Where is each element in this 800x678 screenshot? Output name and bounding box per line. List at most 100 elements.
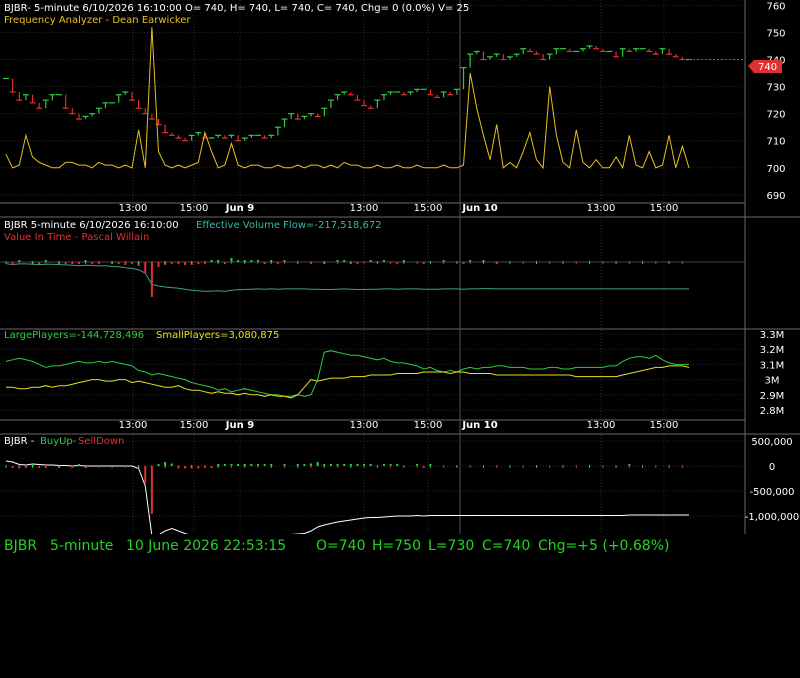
buyup-tick — [138, 465, 140, 468]
x-tick-label: 13:00 — [350, 420, 379, 431]
buyup-tick — [98, 465, 100, 468]
x-tick-label: 13:00 — [119, 420, 148, 431]
buyup-tick — [549, 465, 551, 468]
buyup-panel-symbol: BJBR - — [4, 436, 35, 447]
vflow-tick — [469, 261, 471, 264]
buyup-tick — [217, 465, 219, 468]
buyup-tick — [403, 465, 405, 468]
vflow-bar — [223, 262, 226, 264]
buyup-tick — [230, 465, 232, 468]
buyup-bar — [250, 464, 253, 466]
buyup-tick — [297, 465, 299, 468]
buyup-bar — [11, 466, 14, 468]
buyup-tick — [655, 465, 657, 468]
vflow-bar — [64, 262, 67, 264]
vflow-bar — [38, 262, 41, 264]
large-players-label: LargePlayers=-144,728,496 — [4, 330, 144, 341]
buyup-tick — [509, 465, 511, 468]
buyup-tick — [575, 465, 577, 468]
buyup-tick — [257, 465, 259, 468]
vflow-bar — [343, 260, 346, 262]
vflow-tick — [549, 261, 551, 264]
vflow-bar — [276, 262, 279, 264]
vflow-tick — [655, 261, 657, 264]
vflow-bar — [150, 262, 153, 297]
buyup-bar — [223, 464, 226, 466]
vflow-tick — [124, 261, 126, 264]
vflow-bar — [197, 262, 200, 264]
vflow-bar — [11, 262, 14, 265]
vflow-tick — [496, 261, 498, 264]
buyup-tick — [681, 465, 683, 468]
vflow-bar — [77, 262, 80, 264]
vflow-tick — [403, 261, 405, 264]
buyup-tick — [164, 465, 166, 468]
buyup-tick — [668, 465, 670, 468]
vflow-tick — [628, 261, 630, 264]
status-bar: BJBR 5-minute 10 June 2026 22:53:15 O=74… — [0, 534, 800, 562]
buyup-tick — [522, 465, 524, 468]
vflow-bar — [210, 260, 213, 262]
vflow-tick — [58, 261, 60, 264]
price-tick-label: 720 — [766, 110, 785, 121]
buyup-tick — [177, 465, 179, 468]
buyup-tick — [71, 465, 73, 468]
vflow-bar — [184, 262, 187, 265]
vflow-bar — [422, 262, 425, 264]
buyup-tick — [589, 465, 591, 468]
vflow-tick — [230, 261, 232, 264]
buyup-tick — [18, 465, 20, 468]
chart-canvas[interactable]: 13:00 15:00 Jun 9 13:00 15:00 Jun 10 13:00 15:0… — [0, 0, 800, 562]
small-players-label: SmallPlayers=3,080,875 — [156, 330, 279, 341]
frequency-analyzer-label: Frequency Analyzer - Dean Earwicker — [4, 15, 191, 26]
vflow-tick — [177, 261, 179, 264]
vflow-tick — [71, 261, 73, 264]
buyup-tick — [58, 465, 60, 468]
effective-volume-flow-label: Effective Volume Flow=-217,518,672 — [196, 220, 382, 231]
buyup-tick-label: 500,000 — [751, 437, 792, 448]
buyup-tick — [323, 465, 325, 468]
buyup-tick — [204, 465, 206, 468]
players-tick-label: 3.1M — [760, 360, 785, 371]
vflow-tick — [310, 261, 312, 264]
svg-text:740: 740 — [758, 62, 777, 73]
vflow-tick — [363, 261, 365, 264]
vflow-bar — [250, 260, 253, 262]
buyup-tick — [535, 465, 537, 468]
vflow-tick — [270, 261, 272, 264]
x-tick-label: 13:00 — [587, 420, 616, 431]
status-symbol: BJBR — [4, 538, 38, 554]
buyup-bar — [329, 464, 332, 466]
vflow-tick — [32, 261, 34, 264]
effective-volume-flow-line — [5, 263, 689, 292]
vflow-bar — [356, 262, 359, 264]
vflow-bar — [263, 262, 266, 264]
vflow-tick — [509, 261, 511, 264]
vflow-tick — [615, 261, 617, 264]
axis-ticks: 13:00 15:00 Jun 9 13:00 15:00 Jun 10 13:00 15:0… — [119, 1, 800, 548]
vflow-tick — [482, 261, 484, 264]
status-high: H=750 — [372, 538, 421, 554]
buyup-tick — [337, 465, 339, 468]
vflow-bar — [170, 262, 173, 264]
vflow-bar — [91, 262, 94, 264]
buyup-tick — [562, 465, 564, 468]
buyup-bar — [197, 466, 200, 469]
last-price-tag: 740 — [748, 60, 782, 73]
vflow-tick — [98, 261, 100, 264]
buyup-tick — [310, 465, 312, 468]
grid-lines — [0, 0, 745, 542]
buyup-tick — [482, 465, 484, 468]
buyup-bar — [263, 464, 266, 466]
price-tick-label: 750 — [766, 28, 785, 39]
x-tick-label: 15:00 — [414, 203, 443, 214]
x-tick-label: 13:00 — [350, 203, 379, 214]
x-tick-label: 15:00 — [650, 420, 679, 431]
vflow-tick — [522, 261, 524, 264]
status-datetime: 10 June 2026 22:53:15 — [126, 538, 287, 554]
buyup-bar — [382, 464, 385, 466]
buyup-tick — [615, 465, 617, 468]
buyup-tick-label: 0 — [769, 462, 775, 473]
buyup-tick-label: -500,000 — [750, 487, 795, 498]
vflow-tick — [111, 261, 113, 264]
